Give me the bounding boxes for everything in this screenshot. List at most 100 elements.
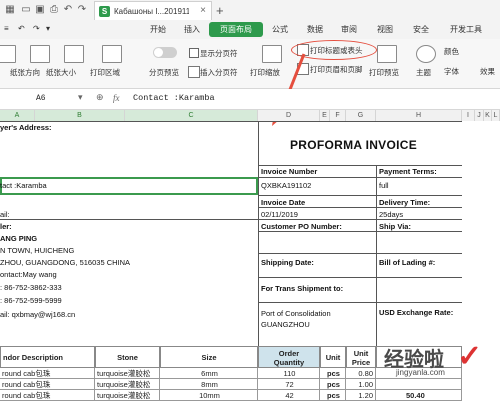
contact-cell[interactable]: tact :Karamba — [0, 181, 47, 190]
paper-size-button[interactable]: 纸张大小 — [46, 67, 76, 78]
invoice-date-value[interactable]: 02/11/2019 — [261, 210, 298, 219]
name-box[interactable]: A6 — [0, 92, 74, 106]
email: ail: qxbmay@wj168.cn — [0, 310, 76, 319]
formula-input[interactable]: Contact :Karamba — [133, 93, 215, 103]
print-icon[interactable]: ⎙ — [48, 4, 60, 16]
email-top-label: ail: — [0, 210, 10, 219]
invoice-number-label: Invoice Number — [261, 167, 318, 176]
row-price[interactable]: 0.80 — [346, 368, 376, 379]
effects-button[interactable]: 效果 — [480, 66, 495, 77]
paper-size-icon[interactable] — [64, 45, 84, 63]
column-i-header[interactable]: I — [462, 110, 475, 121]
save-icon[interactable]: ▣ — [34, 4, 46, 16]
show-page-break-checkbox[interactable] — [189, 48, 199, 58]
menu-view[interactable]: 视图 — [377, 24, 393, 35]
row-size[interactable]: 8mm — [160, 379, 258, 390]
column-k-header[interactable]: K — [484, 110, 492, 121]
insert-page-break-button[interactable]: 插入分页符 — [200, 67, 238, 78]
row-quantity[interactable]: 72 — [258, 379, 320, 390]
redo-menu-icon[interactable]: ↷ — [33, 24, 40, 33]
undo-menu-icon[interactable]: ↶ — [18, 24, 25, 33]
ship-via-label: Ship Via: — [379, 222, 411, 231]
menu-insert[interactable]: 插入 — [184, 24, 200, 35]
print-preview-icon[interactable] — [377, 45, 397, 63]
dropdown-icon[interactable]: ▾ — [46, 24, 50, 33]
usd-exchange-label: USD Exchange Rate: — [379, 308, 454, 317]
column-e-header[interactable]: E — [320, 110, 330, 121]
bill-of-lading-label: Bill of Lading #: — [379, 258, 436, 267]
menu-security[interactable]: 安全 — [413, 24, 429, 35]
row-amount[interactable] — [376, 379, 462, 390]
menu-formula[interactable]: 公式 — [272, 24, 288, 35]
folder-icon[interactable]: ▭ — [20, 4, 32, 16]
border — [0, 219, 462, 220]
colors-button[interactable]: 颜色 — [444, 46, 459, 57]
function-icon[interactable]: fx — [113, 93, 120, 103]
column-d-header[interactable]: D — [258, 110, 320, 121]
print-area-icon[interactable] — [102, 45, 122, 63]
row-size[interactable]: 10mm — [160, 390, 258, 401]
buyer-address-label: yer's Address: — [0, 123, 52, 132]
column-l-header[interactable]: L — [492, 110, 500, 121]
document-tab[interactable]: S Кабашоны I...20191102复件 × — [94, 1, 212, 21]
margin-icon[interactable] — [0, 45, 16, 63]
row-unit[interactable]: pcs — [320, 390, 346, 401]
border — [258, 253, 462, 254]
column-b-header[interactable]: B — [35, 110, 125, 121]
row-stone[interactable]: turquoise灌胶松 — [95, 379, 160, 390]
row-price[interactable]: 1.20 — [346, 390, 376, 401]
row-stone[interactable]: turquoise灌胶松 — [95, 390, 160, 401]
table-row[interactable]: round cab包珠 turquoise灌胶松 10mm 42 pcs 1.2… — [0, 390, 500, 401]
row-unit[interactable]: pcs — [320, 368, 346, 379]
menu-review[interactable]: 审阅 — [341, 24, 357, 35]
row-amount[interactable]: 50.40 — [376, 390, 462, 401]
address-line-1: N TOWN, HUICHENG — [0, 246, 75, 255]
border — [258, 277, 462, 278]
fonts-button[interactable]: 字体 — [444, 66, 459, 77]
close-tab-icon[interactable]: × — [200, 5, 206, 16]
payment-terms-value[interactable]: full — [379, 181, 389, 190]
column-a-header[interactable]: A — [0, 110, 35, 121]
column-h-header[interactable]: H — [376, 110, 462, 121]
column-g-header[interactable]: G — [346, 110, 376, 121]
row-description[interactable]: round cab包珠 — [0, 379, 95, 390]
menu-developer[interactable]: 开发工具 — [450, 24, 482, 35]
row-description[interactable]: round cab包珠 — [0, 368, 95, 379]
insert-page-break-icon[interactable] — [188, 66, 200, 78]
column-j-header[interactable]: J — [475, 110, 484, 121]
delivery-time-value[interactable]: 25days — [379, 210, 403, 219]
border — [376, 165, 377, 346]
company-name: ANG PING — [0, 234, 38, 243]
row-price[interactable]: 1.00 — [346, 379, 376, 390]
page-break-preview-toggle[interactable] — [153, 47, 177, 58]
table-header-size: Size — [160, 346, 258, 368]
zoom-icon[interactable]: ⊕ — [96, 92, 104, 103]
print-header-footer-button[interactable]: 打印页眉和页脚 — [310, 64, 363, 75]
redo-icon[interactable]: ↷ — [76, 4, 88, 16]
theme-button[interactable]: 主题 — [416, 67, 431, 78]
new-tab-button[interactable]: + — [216, 3, 224, 18]
row-size[interactable]: 6mm — [160, 368, 258, 379]
column-c-header[interactable]: C — [125, 110, 258, 121]
name-box-dropdown-icon[interactable]: ▾ — [78, 92, 83, 103]
orientation-button[interactable]: 纸张方向 — [10, 67, 40, 78]
row-description[interactable]: round cab包珠 — [0, 390, 95, 401]
invoice-number-value[interactable]: QXBKA191102 — [261, 181, 311, 190]
row-quantity[interactable]: 110 — [258, 368, 320, 379]
theme-icon[interactable] — [416, 45, 436, 63]
page-break-preview-button[interactable]: 分页预览 — [149, 67, 179, 78]
table-row[interactable]: round cab包珠 turquoise灌胶松 8mm 72 pcs 1.00 — [0, 379, 500, 390]
print-preview-button[interactable]: 打印预览 — [369, 67, 399, 78]
menu-home[interactable]: 开始 — [150, 24, 166, 35]
row-quantity[interactable]: 42 — [258, 390, 320, 401]
menu-data[interactable]: 数据 — [307, 24, 323, 35]
grid-icon[interactable]: ▦ — [4, 4, 16, 16]
row-stone[interactable]: turquoise灌胶松 — [95, 368, 160, 379]
row-unit[interactable]: pcs — [320, 379, 346, 390]
menu-page-layout[interactable]: 页面布局 — [209, 22, 263, 37]
column-f-header[interactable]: F — [330, 110, 346, 121]
orientation-icon[interactable] — [30, 45, 50, 63]
print-area-button[interactable]: 打印区域 — [90, 67, 120, 78]
undo-icon[interactable]: ↶ — [62, 4, 74, 16]
menu-icon[interactable]: ≡ — [4, 24, 9, 33]
